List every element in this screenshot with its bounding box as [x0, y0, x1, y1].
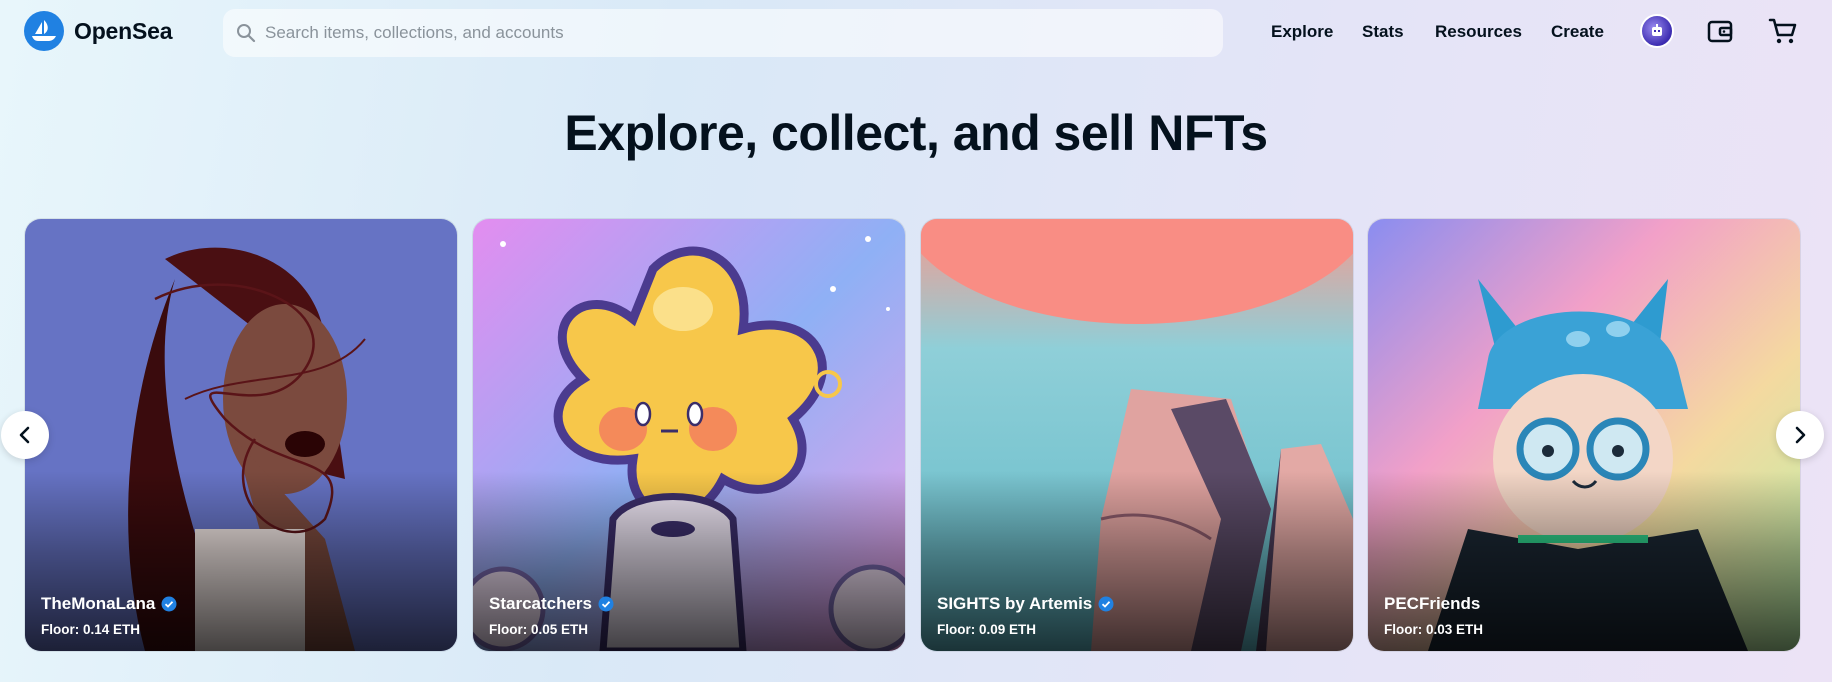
header: OpenSea Explore Stats Resources Create: [0, 0, 1832, 64]
floor-price: Floor: 0.14 ETH: [41, 622, 141, 637]
profile-avatar[interactable]: [1640, 14, 1674, 48]
hero-title: Explore, collect, and sell NFTs: [564, 105, 1268, 161]
carousel-prev-button[interactable]: [1, 411, 49, 459]
search-input[interactable]: [265, 23, 1165, 43]
avatar-glyph-icon: [1652, 24, 1662, 36]
collection-card[interactable]: PECFriends Floor: 0.03 ETH: [1368, 219, 1800, 651]
nav-resources[interactable]: Resources: [1435, 22, 1522, 42]
floor-price: Floor: 0.09 ETH: [937, 622, 1037, 637]
search-icon: [237, 24, 256, 43]
collection-name[interactable]: SIGHTS by Artemis: [937, 594, 1092, 614]
carousel-next-button[interactable]: [1776, 411, 1824, 459]
nav-explore[interactable]: Explore: [1271, 22, 1333, 42]
collection-card[interactable]: Starcatchers Floor: 0.05 ETH: [473, 219, 905, 651]
nav-create[interactable]: Create: [1551, 22, 1604, 42]
collection-name[interactable]: Starcatchers: [489, 594, 592, 614]
logo-text: OpenSea: [74, 17, 173, 44]
collection-name[interactable]: PECFriends: [1384, 594, 1480, 614]
opensea-logo[interactable]: OpenSea: [24, 11, 173, 51]
verified-badge-icon: [1098, 596, 1114, 612]
collection-card[interactable]: SIGHTS by Artemis Floor: 0.09 ETH: [921, 219, 1353, 651]
opensea-boat-icon: [24, 11, 64, 51]
collection-card[interactable]: TheMonaLana Floor: 0.14 ETH: [25, 219, 457, 651]
chevron-left-icon: [19, 426, 30, 444]
nav-stats[interactable]: Stats: [1362, 22, 1404, 42]
cart-icon[interactable]: [1766, 14, 1800, 48]
search-bar[interactable]: [223, 9, 1223, 57]
floor-price: Floor: 0.03 ETH: [1384, 622, 1484, 637]
verified-badge-icon: [598, 596, 614, 612]
verified-badge-icon: [161, 596, 177, 612]
collection-name[interactable]: TheMonaLana: [41, 594, 155, 614]
chevron-right-icon: [1795, 426, 1806, 444]
wallet-icon[interactable]: [1703, 14, 1737, 48]
floor-price: Floor: 0.05 ETH: [489, 622, 589, 637]
